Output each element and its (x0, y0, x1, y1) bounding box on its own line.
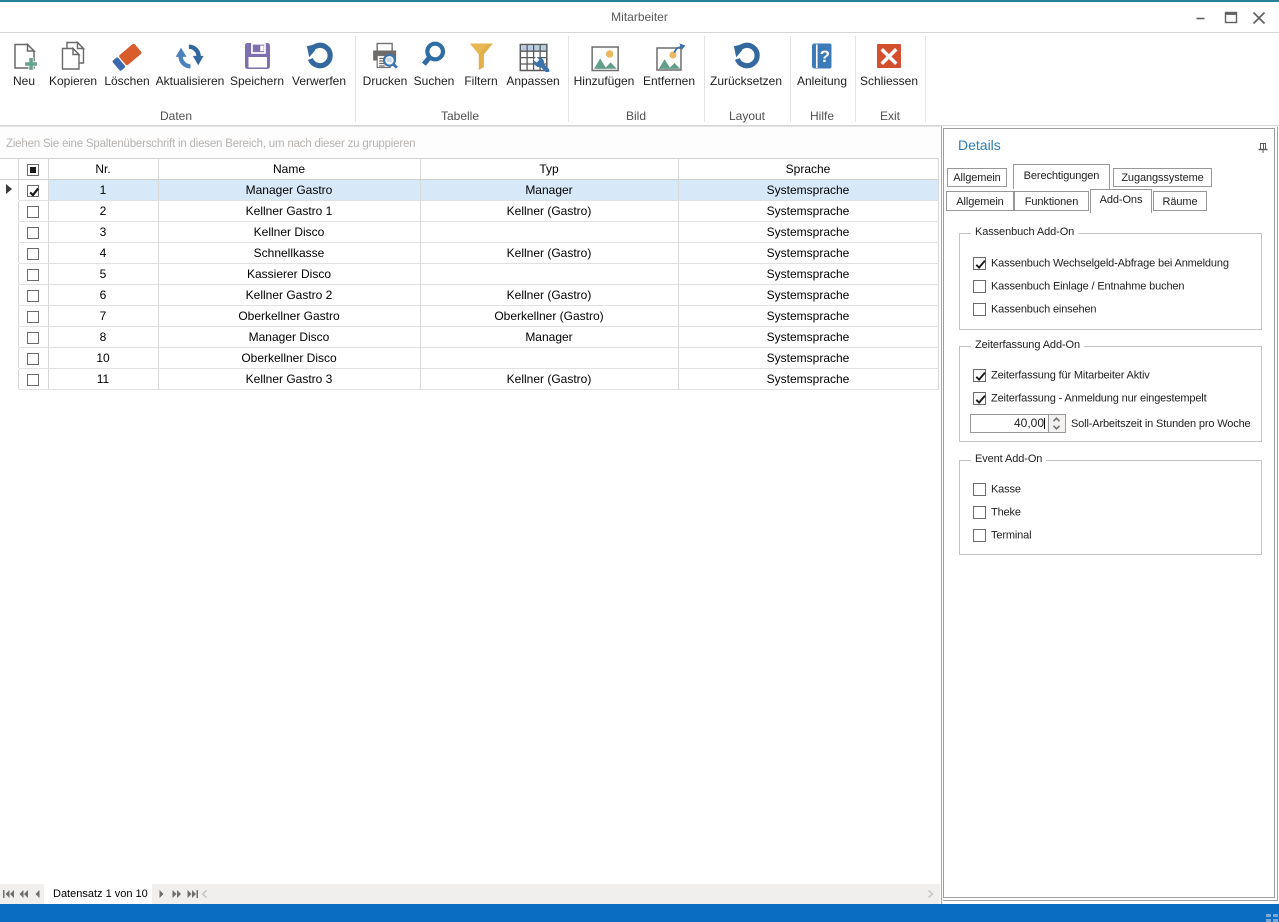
svg-text:?: ? (820, 47, 830, 66)
